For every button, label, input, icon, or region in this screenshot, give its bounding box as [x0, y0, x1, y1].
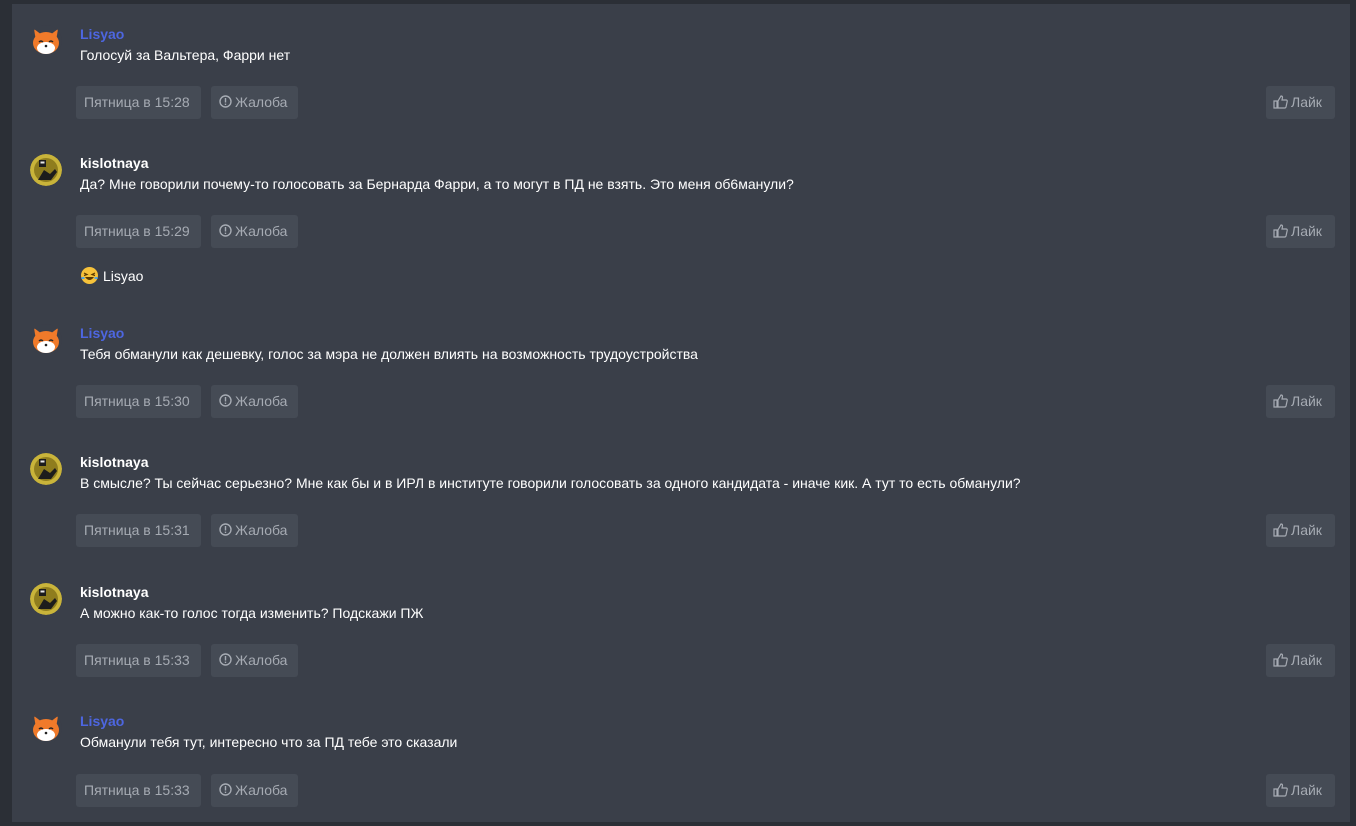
- comment-text: Обманули тебя тут, интересно что за ПД т…: [80, 734, 458, 750]
- author-name[interactable]: kislotnaya: [80, 154, 148, 172]
- comment-text: А можно как-то голос тогда изменить? Под…: [80, 605, 424, 621]
- like-button[interactable]: Лайк: [1266, 385, 1335, 418]
- author-name[interactable]: Lisyao: [80, 324, 124, 342]
- timestamp-label: Пятница в 15:29: [84, 223, 190, 239]
- timestamp-button[interactable]: Пятница в 15:31: [76, 514, 201, 547]
- gold-avatar[interactable]: [30, 453, 62, 485]
- like-button[interactable]: Лайк: [1266, 514, 1335, 547]
- fox-avatar-icon: [30, 712, 62, 744]
- like-label: Лайк: [1291, 393, 1322, 409]
- comment-text: Да? Мне говорили почему-то голосовать за…: [80, 176, 794, 192]
- author-name[interactable]: kislotnaya: [80, 453, 148, 471]
- like-label: Лайк: [1291, 782, 1322, 798]
- timestamp-button[interactable]: Пятница в 15:33: [76, 774, 201, 807]
- fox-avatar-icon: [30, 324, 62, 356]
- comments-panel: Lisyao Голосуй за Вальтера, Фарри нет Пя…: [12, 4, 1350, 822]
- timestamp-button[interactable]: Пятница в 15:28: [76, 86, 201, 119]
- comment-text: Тебя обманули как дешевку, голос за мэра…: [80, 346, 698, 362]
- comment-text: Голосуй за Вальтера, Фарри нет: [80, 47, 291, 63]
- gold-avatar-icon: [30, 453, 62, 485]
- gold-avatar-icon: [30, 154, 62, 186]
- like-button[interactable]: Лайк: [1266, 774, 1335, 807]
- report-label: Жалоба: [235, 223, 288, 239]
- timestamp-button[interactable]: Пятница в 15:30: [76, 385, 201, 418]
- author-name[interactable]: kislotnaya: [80, 583, 148, 601]
- timestamp-label: Пятница в 15:31: [84, 522, 190, 538]
- warning-circle-icon: [219, 653, 232, 666]
- thumbs-up-icon: [1273, 394, 1288, 408]
- report-button[interactable]: Жалоба: [211, 86, 298, 119]
- report-button[interactable]: Жалоба: [211, 514, 298, 547]
- author-name[interactable]: Lisyao: [80, 25, 124, 43]
- timestamp-button[interactable]: Пятница в 15:33: [76, 644, 201, 677]
- report-button[interactable]: Жалоба: [211, 644, 298, 677]
- report-button[interactable]: Жалоба: [211, 774, 298, 807]
- warning-circle-icon: [219, 394, 232, 407]
- thumbs-up-icon: [1273, 783, 1288, 797]
- like-label: Лайк: [1291, 223, 1322, 239]
- like-label: Лайк: [1291, 522, 1322, 538]
- comment-text: В смысле? Ты сейчас серьезно? Мне как бы…: [80, 475, 1021, 491]
- report-label: Жалоба: [235, 522, 288, 538]
- gold-avatar[interactable]: [30, 154, 62, 186]
- like-label: Лайк: [1291, 652, 1322, 668]
- reaction[interactable]: Lisyao: [80, 267, 143, 285]
- timestamp-button[interactable]: Пятница в 15:29: [76, 215, 201, 248]
- thumbs-up-icon: [1273, 95, 1288, 109]
- warning-circle-icon: [219, 224, 232, 237]
- fox-avatar-icon: [30, 25, 62, 57]
- laughing-emoji-icon: [81, 267, 98, 285]
- gold-avatar-icon: [30, 583, 62, 615]
- warning-circle-icon: [219, 95, 232, 108]
- timestamp-label: Пятница в 15:30: [84, 393, 190, 409]
- reaction-user: Lisyao: [103, 268, 144, 284]
- like-button[interactable]: Лайк: [1266, 215, 1335, 248]
- report-label: Жалоба: [235, 94, 288, 110]
- warning-circle-icon: [219, 523, 232, 536]
- fox-avatar[interactable]: [30, 25, 62, 57]
- fox-avatar[interactable]: [30, 712, 62, 744]
- report-button[interactable]: Жалоба: [211, 385, 298, 418]
- warning-circle-icon: [219, 783, 232, 796]
- report-label: Жалоба: [235, 782, 288, 798]
- timestamp-label: Пятница в 15:28: [84, 94, 190, 110]
- fox-avatar[interactable]: [30, 324, 62, 356]
- thumbs-up-icon: [1273, 653, 1288, 667]
- report-label: Жалоба: [235, 393, 288, 409]
- report-button[interactable]: Жалоба: [211, 215, 298, 248]
- like-button[interactable]: Лайк: [1266, 644, 1335, 677]
- report-label: Жалоба: [235, 652, 288, 668]
- timestamp-label: Пятница в 15:33: [84, 652, 190, 668]
- thumbs-up-icon: [1273, 523, 1288, 537]
- like-label: Лайк: [1291, 94, 1322, 110]
- author-name[interactable]: Lisyao: [80, 712, 124, 730]
- gold-avatar[interactable]: [30, 583, 62, 615]
- like-button[interactable]: Лайк: [1266, 86, 1335, 119]
- timestamp-label: Пятница в 15:33: [84, 782, 190, 798]
- thumbs-up-icon: [1273, 224, 1288, 238]
